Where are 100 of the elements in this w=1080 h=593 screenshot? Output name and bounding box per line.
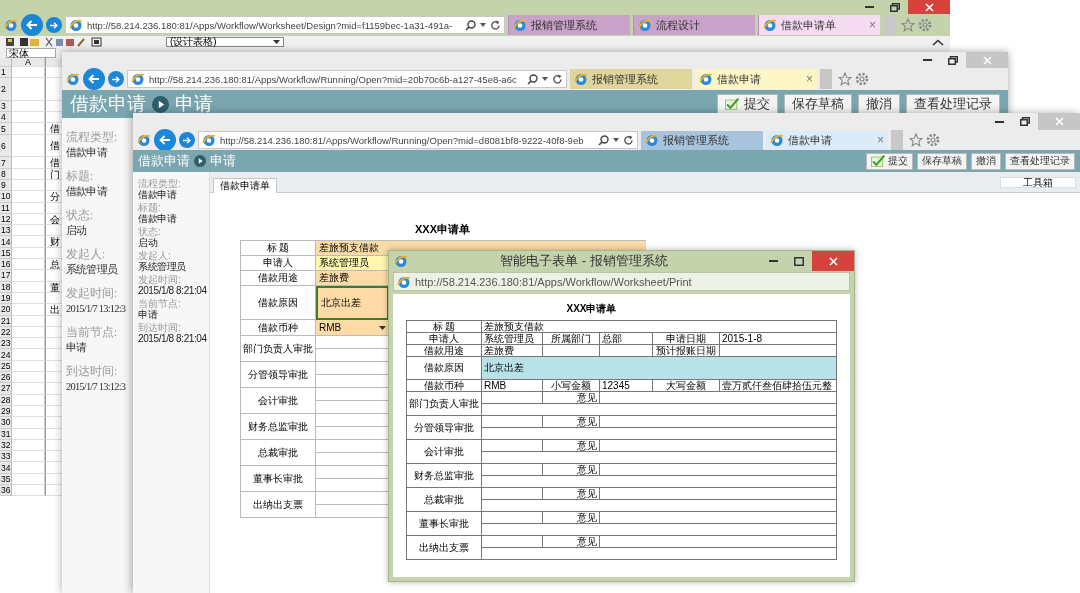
spreadsheet-cell[interactable] [12, 202, 45, 214]
spreadsheet-cell[interactable] [12, 473, 45, 485]
browser-tab[interactable]: 借款申请 × [695, 69, 817, 89]
address-bar[interactable]: http://58.214.236.180:81/Apps/Workflow/Worksheet/Design?mid=f1159bec-1a31-491a- [65, 16, 505, 34]
style-select[interactable]: (设计表格) [166, 37, 284, 47]
favorites-star-icon[interactable] [901, 18, 915, 32]
favorites-star-icon[interactable] [838, 72, 852, 86]
spreadsheet-cell[interactable] [12, 315, 45, 327]
search-icon[interactable] [465, 19, 476, 31]
row-number[interactable]: 1 [0, 67, 12, 79]
collapse-chevron-icon[interactable] [932, 38, 944, 46]
spreadsheet-cell[interactable] [12, 485, 45, 497]
spreadsheet-cell[interactable] [12, 326, 45, 339]
row-number[interactable]: 24 [0, 349, 12, 361]
forward-button[interactable] [179, 132, 195, 148]
row-number[interactable]: 11 [0, 202, 12, 214]
row-number[interactable]: 21 [0, 315, 12, 327]
submit-button[interactable]: 提交 [866, 152, 913, 170]
tab-close-button[interactable]: × [877, 134, 884, 146]
spreadsheet-cell[interactable] [12, 281, 45, 293]
settings-icon[interactable] [926, 133, 940, 147]
spreadsheet-cell[interactable] [12, 270, 45, 282]
spreadsheet-cell[interactable] [12, 134, 45, 158]
input-field[interactable]: 北京出差 [316, 286, 389, 320]
forward-button[interactable] [108, 71, 124, 87]
browser-tab[interactable]: 借款申请 × [766, 130, 888, 150]
refresh-icon[interactable] [623, 134, 634, 146]
close-button[interactable] [908, 0, 950, 14]
history-button[interactable]: 查看处理记录 [1005, 152, 1075, 170]
spreadsheet-cell[interactable] [12, 168, 45, 180]
row-number[interactable]: 34 [0, 462, 12, 474]
spreadsheet-cell[interactable] [12, 372, 45, 384]
row-number[interactable]: 7 [0, 157, 12, 169]
input-field[interactable]: 差旅费 [316, 271, 389, 286]
spreadsheet-cell[interactable] [12, 428, 45, 440]
tab-close-button[interactable]: × [806, 73, 813, 85]
search-icon[interactable] [527, 73, 538, 85]
search-icon[interactable] [598, 134, 609, 146]
spreadsheet-cell[interactable] [12, 191, 45, 203]
save-draft-button[interactable]: 保存草稿 [784, 93, 852, 115]
spreadsheet-cell[interactable] [12, 259, 45, 271]
row-number[interactable]: 8 [0, 168, 12, 180]
history-button[interactable]: 查看处理记录 [906, 93, 1000, 115]
row-number[interactable]: 10 [0, 191, 12, 203]
row-number[interactable]: 14 [0, 236, 12, 248]
row-number[interactable]: 18 [0, 281, 12, 293]
spreadsheet-cell[interactable] [12, 213, 45, 226]
browser-tab[interactable]: 流程设计 [633, 15, 755, 35]
row-number[interactable]: 28 [0, 394, 12, 406]
spreadsheet-cell[interactable] [12, 225, 45, 237]
favorites-star-icon[interactable] [909, 133, 923, 147]
spreadsheet-cell[interactable] [12, 338, 45, 350]
spreadsheet-cell[interactable] [12, 304, 45, 316]
dropdown-caret-icon[interactable] [480, 23, 486, 27]
spreadsheet-cell[interactable] [12, 360, 45, 372]
dropdown-caret-icon[interactable] [613, 138, 619, 142]
spreadsheet-cell[interactable] [12, 292, 45, 305]
back-button[interactable] [83, 68, 105, 90]
spreadsheet-cell[interactable] [12, 67, 45, 79]
spreadsheet-cell[interactable] [12, 349, 45, 361]
spreadsheet-cell[interactable] [12, 417, 45, 429]
settings-icon[interactable] [855, 72, 869, 86]
dropdown-caret-icon[interactable] [273, 40, 280, 44]
row-number[interactable]: 5 [0, 123, 12, 135]
browser-tab[interactable]: 报销管理系统 [641, 130, 763, 150]
row-number[interactable]: 2 [0, 78, 12, 101]
browser-tab[interactable]: 报销管理系统 [508, 15, 630, 35]
revoke-button[interactable]: 撤消 [971, 152, 1001, 170]
spreadsheet-cell[interactable] [12, 123, 45, 135]
input-field[interactable]: 系统管理员 [316, 256, 389, 271]
settings-icon[interactable] [918, 18, 932, 32]
toolbox-button[interactable]: 工具箱 [1000, 176, 1076, 188]
currency-select[interactable]: RMB [316, 320, 389, 336]
spreadsheet-cell[interactable] [12, 405, 45, 418]
spreadsheet-cell[interactable] [12, 157, 45, 169]
spreadsheet-cell[interactable] [12, 100, 45, 113]
back-button[interactable] [21, 14, 43, 36]
spreadsheet-cell[interactable] [12, 247, 45, 260]
dropdown-caret-icon[interactable] [379, 325, 386, 330]
spreadsheet-cell[interactable] [12, 179, 45, 192]
submit-button[interactable]: 提交 [717, 93, 778, 115]
revoke-button[interactable]: 撤消 [858, 93, 900, 115]
browser-tab[interactable]: 报销管理系统 [570, 69, 692, 89]
back-button[interactable] [154, 129, 176, 151]
row-number[interactable]: 20 [0, 304, 12, 316]
row-number[interactable]: 30 [0, 417, 12, 429]
refresh-icon[interactable] [490, 19, 501, 31]
dropdown-caret-icon[interactable] [542, 77, 548, 81]
spreadsheet-cell[interactable] [12, 383, 45, 395]
row-number[interactable]: 31 [0, 428, 12, 440]
refresh-icon[interactable] [552, 73, 563, 85]
row-number[interactable]: 35 [0, 473, 12, 485]
row-number[interactable]: 17 [0, 270, 12, 282]
column-header[interactable]: A [12, 58, 45, 67]
spreadsheet-cell[interactable] [12, 439, 45, 452]
spreadsheet-cell[interactable] [12, 78, 45, 101]
spreadsheet-cell[interactable] [12, 236, 45, 248]
address-bar[interactable]: http://58.214.236.180:81/Apps/Workflow/Running/Open?mid=20b70c6b-a127-45e8-a6c [127, 70, 567, 88]
row-number[interactable]: 27 [0, 383, 12, 395]
browser-tab[interactable]: 借款申请单 × [758, 15, 880, 35]
